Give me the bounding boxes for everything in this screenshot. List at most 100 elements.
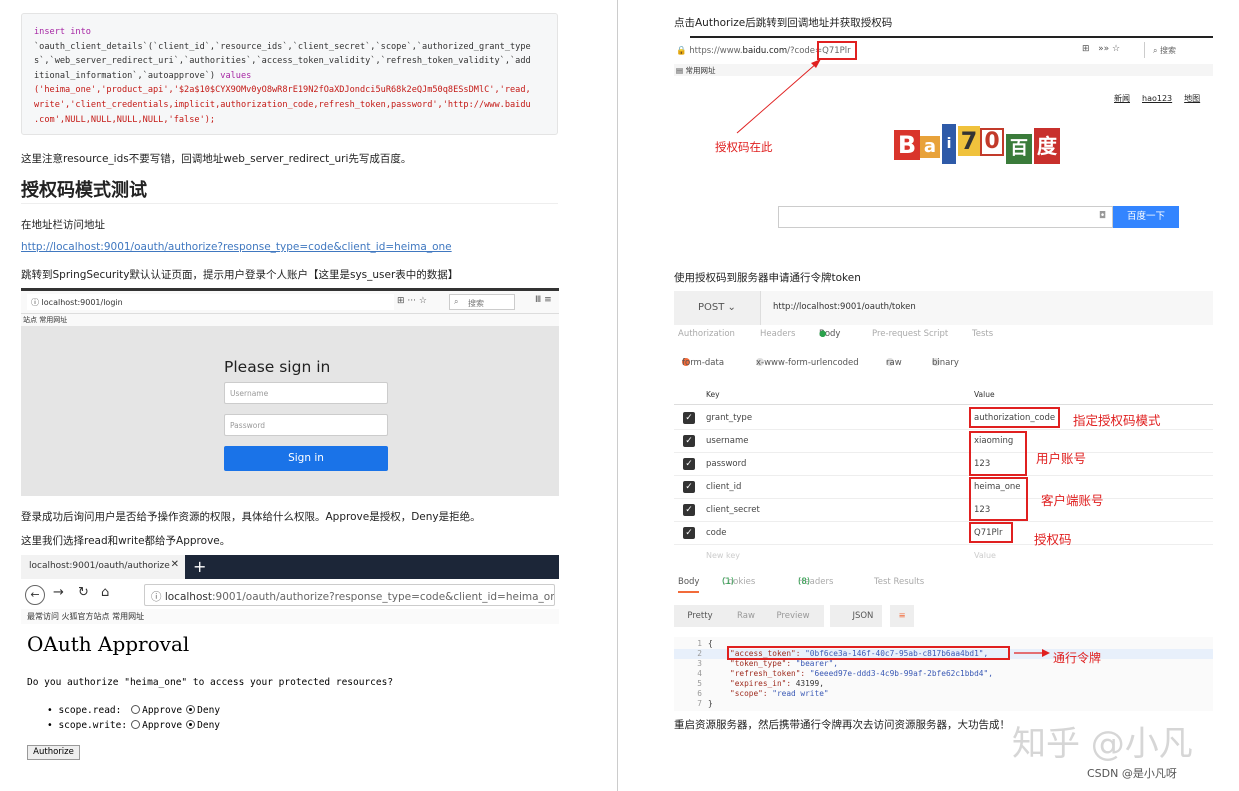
- tab-tests[interactable]: Tests: [972, 329, 993, 339]
- password-input[interactable]: Password: [224, 414, 388, 436]
- deny-label: Deny: [197, 720, 221, 731]
- logo-letter: 百: [1006, 134, 1032, 164]
- redirect-text: 跳转到SpringSecurity默认认证页面，提示用户登录个人账户【这里是sy…: [21, 269, 459, 281]
- tab-headers[interactable]: Headers: [760, 329, 795, 339]
- oauth-title: OAuth Approval: [27, 632, 190, 656]
- forward-icon[interactable]: →: [53, 585, 64, 600]
- sql-code-block: insert into `oauth_client_details`(`clie…: [21, 13, 558, 135]
- view-preview[interactable]: Preview: [770, 605, 816, 627]
- format-select[interactable]: JSON ⌄: [830, 605, 882, 627]
- view-buttons: Pretty Raw Preview JSON ⌄ ≡: [674, 605, 1213, 629]
- approve-text: 登录成功后询问用户是否给予操作资源的权限，具体给什么权限。Approve是授权，…: [21, 511, 481, 523]
- browser-navbar: ← → ↻ ⌂ ⓘ localhost:9001/oauth/authorize…: [21, 579, 559, 609]
- logo-letter: 度: [1034, 128, 1060, 164]
- baidu-search-input[interactable]: ◘: [778, 206, 1113, 228]
- authorize-url-link[interactable]: http://localhost:9001/oauth/authorize?re…: [21, 241, 452, 253]
- home-icon[interactable]: ⌂: [101, 585, 109, 600]
- search-box[interactable]: ⌕ 搜索: [449, 294, 515, 310]
- approval-screenshot: localhost:9001/oauth/authorize ✕ + ← → ↻ …: [21, 555, 559, 770]
- browser-tab[interactable]: localhost:9001/oauth/authorize ✕: [21, 555, 185, 579]
- tab-prerequest[interactable]: Pre-request Script: [872, 329, 948, 339]
- username-input[interactable]: Username: [224, 382, 388, 404]
- logo-letter: B: [894, 130, 920, 160]
- info-icon: ⓘ: [151, 591, 165, 603]
- tab-title: localhost:9001/oauth/authorize: [29, 561, 170, 571]
- param-row[interactable]: ✓ username xiaoming: [674, 430, 1213, 453]
- address-bar[interactable]: ⓘ localhost:9001/login: [27, 294, 394, 310]
- new-value-placeholder: Value: [974, 551, 996, 560]
- scope-read-row: • scope.read: Approve Deny: [47, 705, 221, 716]
- line-number: 5: [697, 679, 702, 688]
- read-deny-radio[interactable]: [186, 705, 196, 714]
- param-row[interactable]: ✓ code Q71Plr: [674, 522, 1213, 545]
- wrap-icon[interactable]: ≡: [890, 605, 914, 627]
- back-icon[interactable]: ←: [25, 585, 45, 605]
- checkbox-icon[interactable]: ✓: [683, 504, 695, 516]
- sql-line: ('heima_one','product_api','$2a$10$CYX9O…: [34, 85, 531, 96]
- param-row[interactable]: ✓ password 123: [674, 453, 1213, 476]
- code-param-highlight: [969, 522, 1013, 543]
- new-param-row[interactable]: New key Value: [674, 545, 1213, 568]
- nav-link-hao123[interactable]: hao123: [1142, 94, 1172, 103]
- baidu-doodle-logo[interactable]: B a i 7 0 百 度: [894, 124, 1062, 168]
- new-key-placeholder: New key: [706, 551, 740, 560]
- checkbox-icon[interactable]: ✓: [683, 458, 695, 470]
- scope-read-label: scope.read:: [58, 705, 122, 716]
- tab-authorization[interactable]: Authorization: [678, 329, 735, 339]
- write-approve-radio[interactable]: [131, 720, 141, 729]
- write-deny-radio[interactable]: [186, 720, 196, 729]
- code-param-annotation: 授权码: [1034, 532, 1072, 547]
- authorize-question: Do you authorize "heima_one" to access y…: [27, 677, 394, 688]
- address-bar[interactable]: ⓘ localhost:9001/oauth/authorize?respons…: [144, 584, 555, 606]
- library-icon[interactable]: Ⅲ ≡: [535, 295, 552, 305]
- scope-write-row: • scope.write: Approve Deny: [47, 720, 221, 731]
- request-url[interactable]: http://localhost:9001/oauth/token: [760, 291, 1213, 325]
- json-line: }: [708, 699, 713, 708]
- read-approve-radio[interactable]: [131, 705, 141, 714]
- nav-link-news[interactable]: 新闻: [1114, 94, 1130, 103]
- bookmarks-bar: 最常访问 火狐官方站点 常用网址: [21, 609, 559, 624]
- search-placeholder: 搜索: [468, 299, 484, 308]
- client-annotation: 客户端账号: [1041, 493, 1104, 508]
- json-line: "scope": "read write": [730, 689, 829, 698]
- sql-keyword: values: [220, 70, 252, 81]
- authorize-button[interactable]: Authorize: [27, 745, 80, 760]
- checkbox-icon[interactable]: ✓: [683, 527, 695, 539]
- param-row[interactable]: ✓ client_secret 123: [674, 499, 1213, 522]
- view-pretty[interactable]: Pretty: [678, 605, 722, 627]
- json-line: {: [708, 639, 713, 648]
- param-row[interactable]: ✓ client_id heima_one: [674, 476, 1213, 499]
- line-number: 2: [697, 649, 702, 658]
- toolbar-icons[interactable]: ⊞ ··· ☆: [397, 296, 427, 306]
- note-text: 这里注意resource_ids不要写错，回调地址web_server_redi…: [21, 153, 412, 165]
- checkbox-icon[interactable]: ✓: [683, 481, 695, 493]
- sql-line: .com',NULL,NULL,NULL,NULL,'false');: [34, 114, 216, 125]
- signin-button[interactable]: Sign in: [224, 446, 388, 471]
- checkbox-icon[interactable]: ✓: [683, 412, 695, 424]
- search-box[interactable]: ⌕ 搜索: [1144, 42, 1213, 58]
- close-icon[interactable]: ✕: [171, 559, 179, 570]
- reload-icon[interactable]: ↻: [78, 585, 89, 600]
- view-raw[interactable]: Raw: [726, 605, 766, 627]
- resp-tab-body[interactable]: Body: [678, 577, 700, 593]
- checkbox-icon[interactable]: ✓: [683, 435, 695, 447]
- csdn-watermark: CSDN @是小凡呀: [1087, 767, 1177, 780]
- method-select[interactable]: POST ⌄: [698, 302, 736, 313]
- code-annotation: 授权码在此: [715, 140, 773, 154]
- baidu-nav: 新闻 hao123 地图: [1114, 93, 1212, 104]
- url-host: localhost: [164, 591, 212, 603]
- section-heading: 授权码模式测试: [21, 180, 147, 201]
- new-tab-icon[interactable]: +: [193, 557, 206, 576]
- camera-icon[interactable]: ◘: [1099, 211, 1106, 221]
- approve-label: Approve: [142, 720, 183, 731]
- window-edge: [21, 288, 559, 291]
- column-divider: [617, 0, 618, 791]
- sql-line: `oauth_client_details`(`client_id`,`reso…: [34, 41, 531, 52]
- nav-link-map[interactable]: 地图: [1184, 94, 1200, 103]
- toolbar-icons[interactable]: ⊞ »» ☆: [1082, 44, 1120, 54]
- scope-write-label: scope.write:: [58, 720, 128, 731]
- resp-tab-tests[interactable]: Test Results: [874, 577, 924, 587]
- grant-type-annotation: 指定授权码模式: [1073, 413, 1161, 428]
- baidu-search-button[interactable]: 百度一下: [1113, 206, 1179, 228]
- json-line: "token_type": "bearer",: [730, 659, 838, 668]
